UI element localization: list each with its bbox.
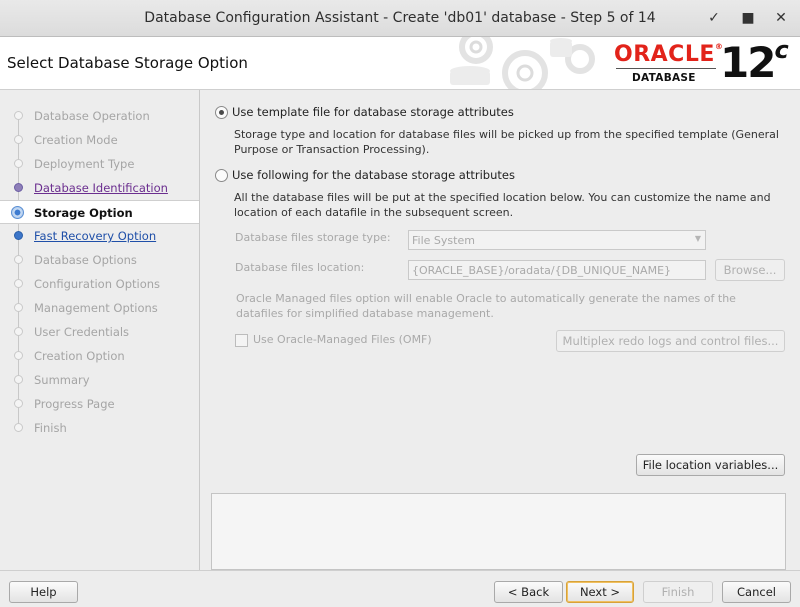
- nav-step-label: Database Operation: [34, 109, 150, 123]
- file-location-variables-button[interactable]: File location variables...: [636, 454, 785, 476]
- nav-step-label: Summary: [34, 373, 90, 387]
- page-header: Select Database Storage Option ORACLE® D…: [0, 37, 800, 90]
- minimize-icon[interactable]: ✓: [704, 8, 724, 28]
- step-dot-icon: [14, 423, 23, 432]
- omf-checkbox[interactable]: [235, 334, 248, 347]
- nav-step-label: Finish: [34, 421, 67, 435]
- current-step-icon: [11, 206, 24, 219]
- step-dot-icon: [14, 231, 23, 240]
- nav-step-user-credentials: User Credentials: [0, 320, 199, 344]
- template-storage-label[interactable]: Use template file for database storage a…: [232, 105, 514, 119]
- storage-type-value: File System: [412, 234, 475, 247]
- version-suffix: c: [774, 37, 789, 64]
- oracle-logo: ORACLE® DATABASE: [612, 42, 723, 86]
- brand-product: DATABASE: [632, 72, 696, 84]
- close-icon[interactable]: ✕: [771, 8, 791, 28]
- main-content: Use template file for database storage a…: [201, 90, 800, 570]
- template-storage-description: Storage type and location for database f…: [234, 128, 779, 156]
- nav-step-progress-page: Progress Page: [0, 392, 199, 416]
- nav-step-label: Database Options: [34, 253, 137, 267]
- help-button[interactable]: Help: [9, 581, 78, 603]
- nav-step-summary: Summary: [0, 368, 199, 392]
- nav-step-storage-option: Storage Option: [0, 200, 199, 224]
- nav-step-database-operation: Database Operation: [0, 104, 199, 128]
- nav-step-fast-recovery-option[interactable]: Fast Recovery Option: [0, 224, 199, 248]
- step-dot-icon: [14, 135, 23, 144]
- step-dot-icon: [14, 351, 23, 360]
- version-logo: 12c: [720, 37, 789, 87]
- nav-step-label: User Credentials: [34, 325, 130, 339]
- nav-step-label: Progress Page: [34, 397, 115, 411]
- nav-step-database-options: Database Options: [0, 248, 199, 272]
- nav-step-creation-option: Creation Option: [0, 344, 199, 368]
- window-title: Database Configuration Assistant - Creat…: [144, 10, 656, 26]
- nav-step-finish: Finish: [0, 416, 199, 440]
- page-title: Select Database Storage Option: [7, 54, 248, 72]
- step-dot-icon: [14, 255, 23, 264]
- step-navigation: Database Operation Creation Mode Deploym…: [0, 90, 200, 570]
- nav-step-deployment-type: Deployment Type: [0, 152, 199, 176]
- nav-step-label: Creation Mode: [34, 133, 118, 147]
- files-location-input[interactable]: {ORACLE_BASE}/oradata/{DB_UNIQUE_NAME}: [408, 260, 706, 280]
- brand-rule: [616, 68, 716, 69]
- nav-step-label: Storage Option: [34, 206, 133, 220]
- files-location-label: Database files location:: [235, 261, 365, 274]
- next-button[interactable]: Next >: [566, 581, 634, 603]
- step-dot-icon: [14, 399, 23, 408]
- step-dot-icon: [14, 183, 23, 192]
- storage-type-select[interactable]: File System ▼: [408, 230, 706, 250]
- multiplex-redo-logs-button[interactable]: Multiplex redo logs and control files...: [556, 330, 785, 352]
- template-storage-radio[interactable]: [215, 106, 228, 119]
- step-dot-icon: [14, 111, 23, 120]
- footer-separator: [0, 570, 800, 571]
- finish-button[interactable]: Finish: [643, 581, 713, 603]
- nav-step-creation-mode: Creation Mode: [0, 128, 199, 152]
- back-button[interactable]: < Back: [494, 581, 563, 603]
- message-panel: [211, 493, 786, 570]
- omf-checkbox-label: Use Oracle-Managed Files (OMF): [253, 333, 432, 346]
- nav-step-label: Deployment Type: [34, 157, 135, 171]
- window-titlebar: Database Configuration Assistant - Creat…: [0, 0, 800, 37]
- custom-storage-description: All the database files will be put at th…: [234, 191, 771, 219]
- nav-step-label: Management Options: [34, 301, 158, 315]
- browse-button[interactable]: Browse...: [715, 259, 785, 281]
- maximize-icon[interactable]: ■: [738, 8, 758, 28]
- step-dot-icon: [14, 303, 23, 312]
- nav-step-label[interactable]: Fast Recovery Option: [34, 229, 156, 243]
- storage-type-label: Database files storage type:: [235, 231, 391, 244]
- brand-name-text: ORACLE: [614, 42, 715, 67]
- custom-storage-radio[interactable]: [215, 169, 228, 182]
- version-number: 12: [720, 38, 776, 87]
- brand-name: ORACLE®: [614, 42, 723, 67]
- cancel-button[interactable]: Cancel: [722, 581, 791, 603]
- custom-storage-label[interactable]: Use following for the database storage a…: [232, 168, 515, 182]
- step-dot-icon: [14, 327, 23, 336]
- gears-graphic-icon: [450, 37, 595, 89]
- nav-step-management-options: Management Options: [0, 296, 199, 320]
- nav-step-configuration-options: Configuration Options: [0, 272, 199, 296]
- step-dot-icon: [14, 159, 23, 168]
- nav-step-label: Creation Option: [34, 349, 125, 363]
- omf-description: Oracle Managed files option will enable …: [236, 292, 736, 320]
- nav-step-label: Configuration Options: [34, 277, 161, 291]
- nav-step-label[interactable]: Database Identification: [34, 181, 168, 195]
- step-dot-icon: [14, 279, 23, 288]
- nav-step-database-identification[interactable]: Database Identification: [0, 176, 199, 200]
- chevron-down-icon: ▼: [694, 234, 701, 243]
- step-dot-icon: [14, 375, 23, 384]
